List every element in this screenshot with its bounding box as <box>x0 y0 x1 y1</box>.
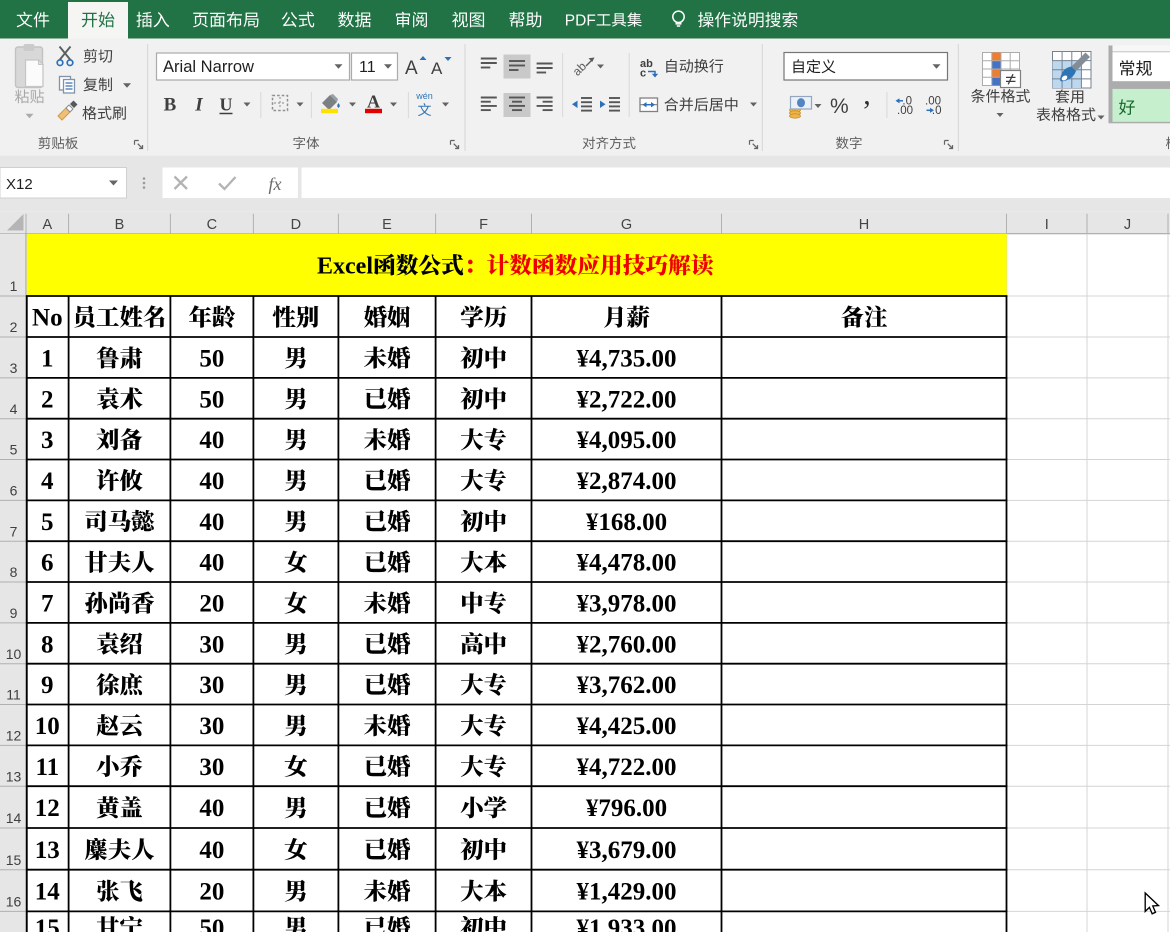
svg-text:fx: fx <box>269 174 282 194</box>
svg-text:3: 3 <box>41 427 54 454</box>
svg-text:A: A <box>405 58 418 79</box>
svg-text:¥168.00: ¥168.00 <box>586 509 667 536</box>
svg-text:10: 10 <box>35 713 60 740</box>
svg-text:30: 30 <box>199 754 224 781</box>
svg-text:1: 1 <box>41 345 54 372</box>
svg-text:¥2,760.00: ¥2,760.00 <box>577 631 677 658</box>
svg-text:8: 8 <box>10 564 18 580</box>
svg-text:F: F <box>479 217 488 233</box>
svg-text:6: 6 <box>10 483 18 499</box>
svg-text:13: 13 <box>35 837 60 864</box>
svg-text:¥3,762.00: ¥3,762.00 <box>577 672 677 699</box>
svg-text:U: U <box>220 95 233 115</box>
svg-text:5: 5 <box>41 509 54 536</box>
svg-text:11: 11 <box>359 59 376 76</box>
svg-text:30: 30 <box>199 631 224 658</box>
svg-text:D: D <box>291 217 301 233</box>
svg-text:A: A <box>367 92 380 112</box>
svg-text:B: B <box>164 95 177 116</box>
svg-text:B: B <box>115 217 125 233</box>
svg-text:¥2,722.00: ¥2,722.00 <box>577 386 677 413</box>
svg-text:8: 8 <box>41 631 54 658</box>
svg-text:¥4,095.00: ¥4,095.00 <box>577 427 677 454</box>
svg-text:20: 20 <box>199 879 224 906</box>
svg-text:11: 11 <box>6 687 21 703</box>
svg-text:2: 2 <box>41 386 54 413</box>
svg-text:30: 30 <box>199 672 224 699</box>
svg-text:4: 4 <box>41 468 54 495</box>
svg-text:7: 7 <box>41 591 54 618</box>
svg-text:15: 15 <box>6 852 22 868</box>
svg-text:4: 4 <box>10 401 18 417</box>
svg-text:13: 13 <box>6 768 22 784</box>
svg-text:50: 50 <box>199 345 224 372</box>
svg-text:7: 7 <box>10 523 18 539</box>
svg-text:.00: .00 <box>897 105 913 117</box>
svg-text:A: A <box>42 217 52 233</box>
svg-text:50: 50 <box>199 915 224 932</box>
svg-text:I: I <box>194 95 203 116</box>
svg-text:12: 12 <box>35 795 60 822</box>
svg-text:¥3,679.00: ¥3,679.00 <box>577 837 677 864</box>
svg-text:16: 16 <box>6 894 22 910</box>
svg-text:30: 30 <box>199 713 224 740</box>
svg-text:14: 14 <box>35 879 61 906</box>
svg-text:.0: .0 <box>932 105 942 117</box>
svg-text:J: J <box>1124 217 1131 233</box>
svg-text:15: 15 <box>35 915 60 932</box>
svg-text:A: A <box>431 59 443 78</box>
svg-text:40: 40 <box>199 468 224 495</box>
svg-text:40: 40 <box>199 795 224 822</box>
svg-text:No: No <box>32 305 63 332</box>
svg-text:40: 40 <box>199 427 224 454</box>
svg-text:wén: wén <box>415 91 433 101</box>
svg-text:¥2,874.00: ¥2,874.00 <box>577 468 677 495</box>
svg-text:14: 14 <box>6 810 22 826</box>
svg-text:¥4,425.00: ¥4,425.00 <box>577 713 677 740</box>
svg-text:3: 3 <box>10 360 18 376</box>
svg-text:40: 40 <box>199 509 224 536</box>
svg-text:¥4,722.00: ¥4,722.00 <box>577 754 677 781</box>
svg-text:40: 40 <box>199 550 224 577</box>
svg-text:12: 12 <box>6 728 22 744</box>
svg-text:¥4,478.00: ¥4,478.00 <box>577 550 677 577</box>
svg-text:20: 20 <box>199 591 224 618</box>
svg-text:¥1,429.00: ¥1,429.00 <box>577 879 677 906</box>
svg-text:¥4,735.00: ¥4,735.00 <box>577 345 677 372</box>
svg-text:9: 9 <box>10 605 18 621</box>
svg-text:5: 5 <box>10 442 18 458</box>
svg-text:¥3,978.00: ¥3,978.00 <box>577 591 677 618</box>
svg-text:G: G <box>621 217 632 233</box>
svg-text:10: 10 <box>6 646 22 662</box>
svg-text:E: E <box>382 217 392 233</box>
svg-text:PDF: PDF <box>565 13 596 30</box>
svg-text:H: H <box>859 217 869 233</box>
svg-text:11: 11 <box>35 754 59 781</box>
svg-text:50: 50 <box>199 386 224 413</box>
svg-text:%: % <box>830 95 849 118</box>
svg-text:c: c <box>640 68 646 80</box>
svg-text:C: C <box>207 217 217 233</box>
svg-text:Excel: Excel <box>317 253 373 279</box>
svg-text:¥796.00: ¥796.00 <box>586 795 667 822</box>
svg-text:¥1,933.00: ¥1,933.00 <box>577 915 677 932</box>
svg-text:X12: X12 <box>6 176 33 193</box>
svg-text:1: 1 <box>10 278 18 294</box>
svg-text:6: 6 <box>41 550 54 577</box>
svg-text:9: 9 <box>41 672 54 699</box>
svg-text:2: 2 <box>10 319 18 335</box>
svg-text:,: , <box>863 78 871 111</box>
svg-text:I: I <box>1045 217 1049 233</box>
svg-text:Arial Narrow: Arial Narrow <box>163 58 254 76</box>
svg-text:40: 40 <box>199 837 224 864</box>
